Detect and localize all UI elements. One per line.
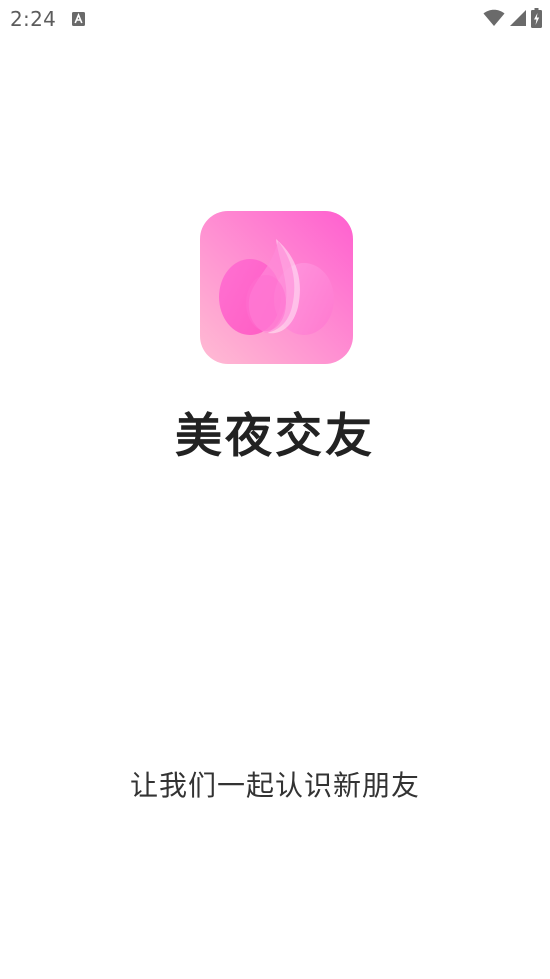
status-icons: [483, 8, 542, 28]
a-badge-icon: [72, 11, 85, 26]
slogan-text: 让我们一起认识新朋友: [129, 769, 420, 802]
status-bar: 2:24: [0, 0, 550, 38]
battery-charging-icon: [531, 8, 542, 28]
status-time: 2:24: [10, 7, 57, 31]
cellular-signal-icon: [509, 9, 527, 27]
app-logo-icon: [200, 211, 353, 364]
app-name-title: 美夜交友: [175, 409, 375, 464]
splash-screen: 2:24 美夜交友 让我们一起认识新朋友: [0, 0, 550, 979]
wifi-icon: [483, 9, 505, 27]
